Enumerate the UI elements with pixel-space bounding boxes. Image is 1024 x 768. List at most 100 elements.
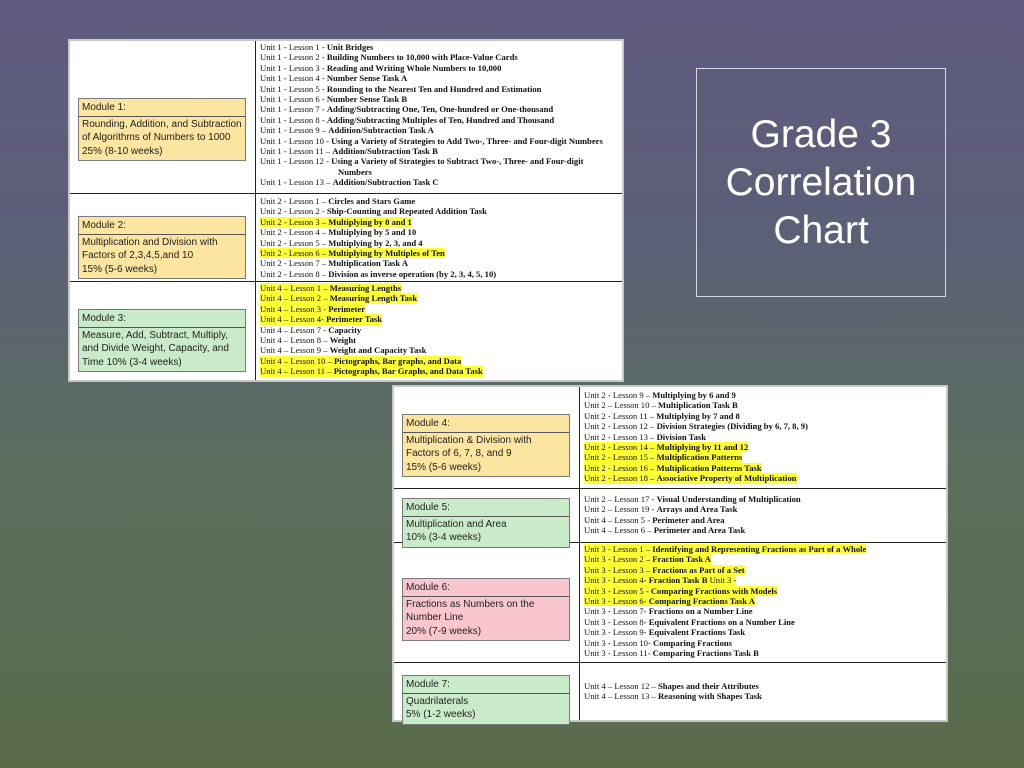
module-description-line: and Divide Weight, Capacity, and [82, 343, 229, 354]
lesson-title: Comparing Fractions Task A [648, 596, 755, 607]
lesson-prefix: Unit 4 – Lesson 8 – [260, 335, 330, 346]
module-row-6: Module 6: Fractions as Numbers on the Numb… [394, 543, 946, 663]
lesson-title: Perimeter [328, 303, 366, 314]
module-heading: Module 5: [403, 499, 569, 517]
lesson-line: Unit 2 - Lesson 8 – Division as inverse … [260, 269, 618, 279]
lesson-line: Unit 1 - Lesson 7 - Adding/Subtracting O… [260, 104, 618, 114]
lesson-line: Unit 2 - Lesson 13 – Division Task [584, 432, 942, 442]
lesson-line: Unit 2 - Lesson 3 – Multiplying by 0 and… [260, 216, 618, 228]
lesson-text: Unit 1 - Lesson 11 – Addition/Subtractio… [260, 146, 438, 156]
lesson-list-4: Unit 2 - Lesson 9 – Multiplying by 6 and… [584, 390, 942, 484]
module-label-4: Module 4: Multiplication & Division with F… [402, 414, 570, 477]
lesson-title: Unit Bridges [326, 42, 374, 52]
lesson-title: Associative Property of Multiplication [656, 473, 797, 484]
lesson-title: Reasoning with Shapes Task [658, 691, 762, 702]
lesson-line: Unit 3 - Lesson 7- Fractions on a Number… [584, 606, 942, 616]
highlighted-lesson: Unit 2 - Lesson 3 – Multiplying by 0 and… [260, 216, 412, 228]
lesson-title: Comparing Fractions [652, 637, 732, 648]
lesson-text: Unit 4 – Lesson 6 – Perimeter and Area T… [584, 525, 745, 535]
lesson-title: Division Strategies (Dividing by 6, 7, 8… [656, 421, 808, 432]
lesson-text: Unit 2 - Lesson 13 – Division Task [584, 432, 706, 442]
lesson-line: Unit 1 - Lesson 11 – Addition/Subtractio… [260, 146, 618, 156]
lesson-prefix: Unit 4 – Lesson 3 - [260, 303, 329, 314]
lesson-text: Unit 1 - Lesson 13 – Addition/Subtractio… [260, 177, 439, 187]
lesson-prefix: Unit 2 - Lesson 9 – [584, 390, 653, 400]
lesson-prefix: Unit 4 – Lesson 2 – [260, 293, 330, 304]
lesson-line: Unit 2 - Lesson 6 – Multiplying by Multi… [260, 248, 618, 259]
lesson-prefix: Unit 1 - Lesson 4 - [260, 73, 327, 84]
lesson-line: Unit 2 - Lesson 12 – Division Strategies… [584, 421, 942, 431]
module-label-2: Module 2: Multiplication and Division wit… [78, 216, 246, 279]
lesson-line: Unit 4 – Lesson 5 - Perimeter and Area [584, 515, 942, 525]
lesson-text: Unit 2 - Lesson 5 – Multiplying by 2, 3,… [260, 238, 423, 248]
lesson-prefix: Unit 3 - Lesson 4- [584, 575, 649, 586]
title-line-1: Grade 3 [750, 112, 892, 156]
lesson-line: Unit 1 - Lesson 2 - Building Numbers to … [260, 52, 618, 62]
lesson-title: Pictographs, Bar graphs, and Data [334, 355, 462, 366]
highlighted-lesson: Unit 4 – Lesson 1 – Measuring Lengths [260, 283, 402, 294]
lesson-line: Unit 1 - Lesson 12 - Using a Variety of … [260, 156, 618, 177]
lesson-title: Adding/Subtracting Multiples of Ten, Hun… [326, 114, 555, 125]
module-label-1: Module 1: Rounding, Addition, and Subtrac… [78, 98, 246, 161]
lesson-list-7: Unit 4 – Lesson 12 – Shapes and their At… [584, 681, 942, 702]
lesson-prefix: Unit 1 - Lesson 12 - [260, 156, 332, 167]
lesson-line: Unit 3 - Lesson 1 – Identifying and Repr… [584, 544, 942, 555]
lesson-line: Unit 2 - Lesson 18 – Associative Propert… [584, 473, 942, 484]
highlighted-lesson: Unit 2 - Lesson 14 – Multiplying by 11 a… [584, 442, 749, 453]
highlighted-lesson: Unit 2 - Lesson 6 – Multiplying by Multi… [260, 248, 445, 259]
module-description-line: Multiplication & Division with [406, 434, 532, 446]
lesson-title: Multiplying by Multiples of Ten [328, 248, 445, 259]
lesson-title: Reading and Writing Whole Numbers to 10,… [326, 62, 502, 73]
lesson-line: Unit 2 - Lesson 7 – Multiplication Task … [260, 258, 618, 268]
lesson-title: Division Task [656, 431, 707, 442]
lesson-title: Shapes and their Attributes [658, 681, 759, 691]
module-heading: Module 1: [79, 99, 245, 117]
lesson-line: Unit 3 - Lesson 3 – Fractions as Part of… [584, 564, 942, 576]
highlighted-lesson: Unit 3 - Lesson 3 – Fractions as Part of… [584, 564, 745, 576]
lesson-text: Unit 4 – Lesson 13 – Reasoning with Shap… [584, 691, 762, 701]
lesson-prefix: Unit 3 - Lesson 10- [584, 637, 653, 648]
lesson-text: Unit 1 - Lesson 8 - Adding/Subtracting M… [260, 115, 554, 125]
lesson-line: Unit 4 – Lesson 10 – Pictographs, Bar gr… [260, 355, 618, 367]
lesson-title: Multiplying by 6 and 9 [652, 390, 736, 400]
lesson-line: Unit 3 - Lesson 5 - Comparing Fractions … [584, 585, 942, 597]
lesson-text: Unit 2 - Lesson 12 – Division Strategies… [584, 421, 808, 431]
lesson-prefix: Unit 2 - Lesson 1 – [260, 196, 329, 206]
module-row-4: Module 4: Multiplication & Division with F… [394, 387, 946, 489]
lesson-prefix: Unit 2 - Lesson 4 – [260, 227, 329, 238]
lesson-line: Unit 2 – Lesson 19 - Arrays and Area Tas… [584, 504, 942, 514]
lesson-title: Rounding to the Nearest Ten and Hundred … [326, 83, 542, 94]
lesson-line: Unit 3 - Lesson 11- Comparing Fractions … [584, 648, 942, 658]
lesson-prefix: Unit 4 – Lesson 7 - [260, 324, 329, 335]
lesson-prefix: Unit 1 - Lesson 5 - [260, 83, 327, 94]
module-description-line: Number Line [406, 612, 464, 623]
lesson-text: Unit 4 – Lesson 8 – Weight [260, 335, 356, 345]
lesson-text: Unit 1 - Lesson 9 – Addition/Subtraction… [260, 125, 434, 135]
module-description-line: Factors of 6, 7, 8, and 9 [406, 448, 512, 459]
highlighted-lesson: Unit 3 - Lesson 1 – Identifying and Repr… [584, 544, 867, 555]
lesson-prefix: Unit 2 - Lesson 2 - [260, 206, 327, 217]
lesson-line: Unit 4 – Lesson 2 – Measuring Length Tas… [260, 293, 618, 304]
lesson-title-continued: Numbers [338, 166, 372, 177]
lesson-title: Multiplying by 5 and 10 [328, 227, 417, 238]
correlation-table-bottom: Module 4: Multiplication & Division with F… [392, 385, 948, 725]
lesson-text: Unit 1 - Lesson 1 - Unit Bridges [260, 42, 373, 52]
lesson-line: Unit 3 - Lesson 9- Equivalent Fractions … [584, 627, 942, 637]
lesson-title: Comparing Fractions Task B [652, 648, 759, 659]
lesson-line: Unit 2 - Lesson 14 – Multiplying by 11 a… [584, 442, 942, 453]
lesson-title: Fraction Task A [652, 554, 712, 565]
lesson-line: Unit 3 - Lesson 8- Equivalent Fractions … [584, 617, 942, 627]
lesson-title: Addition/Subtraction Task C [332, 177, 439, 188]
lesson-prefix: Unit 3 - Lesson 7- [584, 606, 649, 617]
lesson-prefix: Unit 3 - Lesson 9- [584, 627, 649, 638]
lesson-title: Number Sense Task A [326, 73, 408, 84]
module-description-line: Multiplication and Division with [82, 236, 218, 248]
lesson-prefix: Unit 1 - Lesson 3 - [260, 62, 327, 73]
module-description-line: 5% (1-2 weeks) [406, 709, 476, 720]
lesson-line: Unit 4 – Lesson 8 – Weight [260, 335, 618, 345]
lesson-line: Unit 1 - Lesson 10 - Using a Variety of … [260, 136, 618, 146]
lesson-prefix: Unit 3 - Lesson 2 – [584, 554, 653, 565]
lesson-text: Unit 2 - Lesson 11 – Multiplying by 7 an… [584, 411, 740, 421]
lesson-title: Building Numbers to 10,000 with Place-Va… [326, 52, 518, 63]
highlighted-lesson: Unit 4 – Lesson 3 - Perimeter [260, 303, 366, 315]
